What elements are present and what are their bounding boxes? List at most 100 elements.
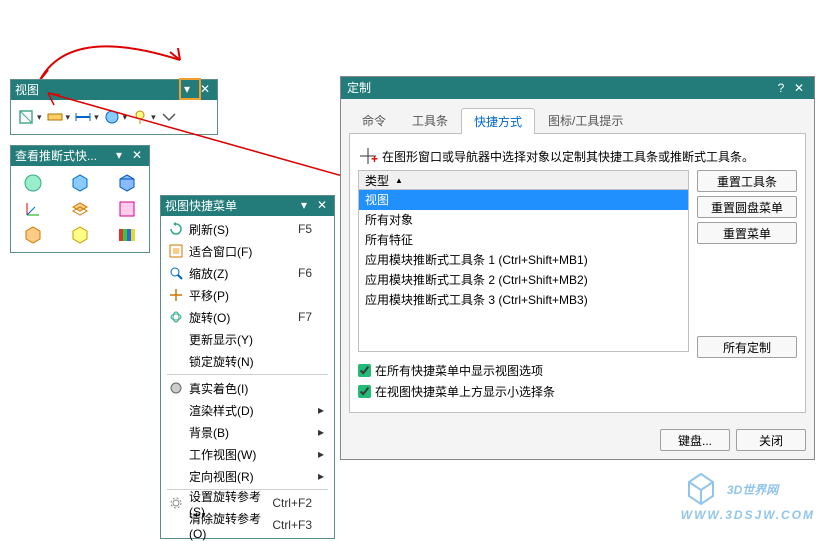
menu-item[interactable]: 更新显示(Y) [161,328,334,350]
menu-shortcut: F5 [298,222,318,236]
list-item[interactable]: 应用模块推断式工具条 3 (Ctrl+Shift+MB3) [359,290,688,310]
list-item[interactable]: 视图 [359,190,688,210]
view-context-menu: 视图快捷菜单 ▾ ✕ 刷新(S)F5适合窗口(F)缩放(Z)F6平移(P)旋转(… [160,195,335,539]
help-button[interactable]: ? [772,77,790,99]
menu-item[interactable]: 背景(B)▸ [161,421,334,443]
dialog-footer: 键盘... 关闭 [341,421,814,459]
reset-radial-button[interactable]: 重置圆盘菜单 [697,196,797,218]
menu-item[interactable]: 缩放(Z)F6 [161,262,334,284]
menu-item-label: 定向视图(R) [185,468,318,485]
cube-orange-icon[interactable] [22,224,44,246]
menu-item[interactable]: 定向视图(R)▸ [161,465,334,487]
cube-blue-icon[interactable] [69,172,91,194]
submenu-arrow-icon: ▸ [318,403,328,417]
menu-shortcut: F7 [298,310,318,324]
measure-icon[interactable] [72,106,94,128]
chk2-label: 在视图快捷菜单上方显示小选择条 [375,383,555,400]
menu-item[interactable]: 适合窗口(F) [161,240,334,262]
view-toolbar-body: ▾ ▾ ▾ ▾ ▾ [11,100,217,134]
menu-item-label: 旋转(O) [185,309,298,326]
list-column-header[interactable]: 类型 ▲ [358,170,689,190]
zoom-icon [167,266,185,280]
menu-item-label: 更新显示(Y) [185,331,318,348]
fit-icon [167,244,185,258]
menu-item[interactable]: 渲染样式(D)▸ [161,399,334,421]
reset-menu-button[interactable]: 重置菜单 [697,222,797,244]
customize-dialog-title: 定制 [347,77,772,99]
menu-item[interactable]: 锁定旋转(N) [161,350,334,372]
menu-shortcut: F6 [298,266,318,280]
submenu-arrow-icon: ▸ [318,425,328,439]
tab-1[interactable]: 工具条 [399,107,461,133]
shade-icon[interactable] [101,106,123,128]
menu-item[interactable]: 真实着色(I) [161,377,334,399]
pan-icon [167,288,185,302]
menu-item-label: 真实着色(I) [185,380,318,397]
chk1-label: 在所有快捷菜单中显示视图选项 [375,362,543,379]
show-select-bar-checkbox[interactable] [358,385,371,398]
dropdown-icon[interactable]: ▾ [123,112,128,123]
submenu-arrow-icon: ▸ [318,447,328,461]
list-item[interactable]: 所有对象 [359,210,688,230]
more-icon[interactable] [158,106,180,128]
svg-text:+: + [371,152,378,166]
rainbow-icon[interactable] [116,224,138,246]
tab-2[interactable]: 快捷方式 [461,108,535,134]
pink-box-icon[interactable] [116,198,138,220]
reset-toolbar-button[interactable]: 重置工具条 [697,170,797,192]
context-menu-title: 视图快捷菜单 [165,196,294,216]
dropdown-icon[interactable]: ▾ [94,112,99,123]
tab-3[interactable]: 图标/工具提示 [535,107,636,133]
sphere-icon[interactable] [22,172,44,194]
annotation-highlight [179,78,201,100]
all-custom-button[interactable]: 所有定制 [697,336,797,358]
list-item[interactable]: 所有特征 [359,230,688,250]
menu-item-label: 适合窗口(F) [185,243,318,260]
keyboard-button[interactable]: 键盘... [660,429,730,451]
context-menu-body: 刷新(S)F5适合窗口(F)缩放(Z)F6平移(P)旋转(O)F7更新显示(Y)… [161,216,334,538]
tab-0[interactable]: 命令 [349,107,399,133]
cube-yellow-icon[interactable] [69,224,91,246]
menu-shortcut: Ctrl+F3 [272,518,318,532]
col-type-label: 类型 [365,172,389,189]
inferred-panel-dropdown[interactable]: ▾ [111,148,127,164]
menu-item[interactable]: 清除旋转参考(O)Ctrl+F3 [161,514,334,536]
menu-item[interactable]: 平移(P) [161,284,334,306]
inferred-panel-body [11,166,149,252]
inferred-panel-close[interactable]: ✕ [129,148,145,164]
context-menu-close[interactable]: ✕ [314,198,330,214]
list-item[interactable]: 应用模块推断式工具条 2 (Ctrl+Shift+MB2) [359,270,688,290]
dropdown-icon[interactable]: ▾ [37,112,42,123]
context-menu-dropdown[interactable]: ▾ [296,198,312,214]
cube-blue2-icon[interactable] [116,172,138,194]
watermark-name: 3D世界网 [727,483,778,497]
wireframe-icon[interactable] [15,106,37,128]
rotate-icon [167,310,185,324]
clip-icon[interactable] [44,106,66,128]
menu-shortcut: Ctrl+F2 [272,496,318,510]
show-view-options-checkbox[interactable] [358,364,371,377]
inferred-panel-header: 查看推断式快... ▾ ✕ [11,146,149,166]
close-button[interactable]: 关闭 [736,429,806,451]
watermark: 3D世界网 WWW.3DSJW.COM [681,468,815,522]
context-menu-header: 视图快捷菜单 ▾ ✕ [161,196,334,216]
list-item[interactable]: 应用模块推断式工具条 1 (Ctrl+Shift+MB1) [359,250,688,270]
type-list: 视图所有对象所有特征应用模块推断式工具条 1 (Ctrl+Shift+MB1)应… [358,190,689,352]
inferred-panel: 查看推断式快... ▾ ✕ [10,145,150,253]
menu-item-label: 渲染样式(D) [185,402,318,419]
menu-item[interactable]: 工作视图(W)▸ [161,443,334,465]
menu-item-label: 工作视图(W) [185,446,318,463]
layer-icon[interactable] [69,198,91,220]
gear-icon [167,496,185,510]
dropdown-icon[interactable]: ▾ [151,112,156,123]
close-icon[interactable]: ✕ [790,77,808,99]
target-icon: + [358,146,378,166]
light-icon[interactable] [129,106,151,128]
menu-item[interactable]: 刷新(S)F5 [161,218,334,240]
shade-icon [167,381,185,395]
sort-asc-icon: ▲ [395,176,403,185]
dropdown-icon[interactable]: ▾ [66,112,71,123]
customize-content: + 在图形窗口或导航器中选择对象以定制其快捷工具条或推断式工具条。 类型 ▲ 视… [349,134,806,413]
menu-item[interactable]: 旋转(O)F7 [161,306,334,328]
csys-icon[interactable] [22,198,44,220]
